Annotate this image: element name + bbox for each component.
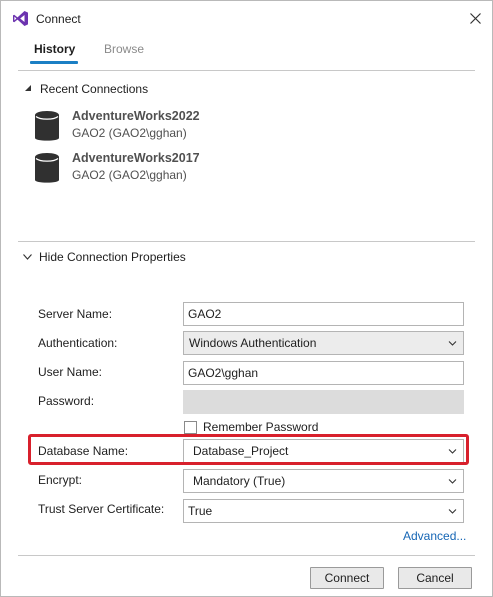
connection-name: AdventureWorks2017 (72, 151, 200, 165)
tab-history[interactable]: History (34, 42, 75, 56)
active-tab-indicator (30, 61, 78, 64)
server-name-input[interactable] (183, 302, 464, 326)
connection-name: AdventureWorks2022 (72, 109, 200, 123)
close-icon (469, 12, 481, 24)
recent-connection-item[interactable]: AdventureWorks2017 GAO2 (GAO2\gghan) (34, 150, 464, 188)
tab-divider (18, 70, 475, 71)
visual-studio-icon (12, 10, 29, 27)
encrypt-label: Encrypt: (38, 473, 83, 487)
hide-connection-properties-header[interactable]: Hide Connection Properties (23, 250, 186, 264)
recent-connections-label: Recent Connections (40, 82, 149, 96)
connection-server: GAO2 (GAO2\gghan) (72, 126, 187, 140)
server-name-label: Server Name: (38, 307, 113, 321)
recent-connection-item[interactable]: AdventureWorks2022 GAO2 (GAO2\gghan) (34, 108, 464, 146)
chevron-down-icon (23, 252, 35, 262)
tab-browse[interactable]: Browse (104, 42, 144, 56)
trust-server-certificate-label: Trust Server Certificate: (38, 502, 165, 516)
tab-bar: History Browse (1, 35, 492, 65)
authentication-value: Windows Authentication (189, 336, 317, 350)
recent-connections-header[interactable]: Recent Connections (24, 82, 148, 96)
close-button[interactable] (461, 5, 489, 31)
footer-divider (18, 555, 475, 556)
user-name-label: User Name: (38, 365, 103, 379)
database-icon (34, 110, 60, 144)
chevron-down-icon (448, 475, 457, 487)
title-bar: Connect (1, 1, 492, 35)
section-divider (18, 241, 475, 242)
remember-password-label: Remember Password (203, 420, 319, 434)
collapse-triangle-icon (24, 84, 36, 94)
chevron-down-icon (448, 445, 457, 457)
checkbox-box[interactable] (184, 420, 197, 434)
trust-server-certificate-dropdown[interactable]: True (183, 499, 464, 523)
encrypt-dropdown[interactable]: Mandatory (True) (183, 469, 464, 493)
authentication-dropdown[interactable]: Windows Authentication (183, 331, 464, 355)
connection-server: GAO2 (GAO2\gghan) (72, 168, 187, 182)
authentication-label: Authentication: (38, 336, 118, 350)
connect-button[interactable]: Connect (310, 567, 384, 589)
database-icon (34, 152, 60, 186)
remember-password-checkbox[interactable]: Remember Password (184, 420, 318, 434)
encrypt-value: Mandatory (True) (193, 474, 286, 488)
password-label: Password: (38, 394, 95, 408)
cancel-button[interactable]: Cancel (398, 567, 472, 589)
database-name-value: Database_Project (193, 444, 289, 458)
database-name-dropdown[interactable]: Database_Project (183, 439, 464, 463)
chevron-down-icon (448, 505, 457, 517)
advanced-link[interactable]: Advanced... (403, 529, 466, 543)
chevron-down-icon (448, 337, 457, 349)
database-name-label: Database Name: (38, 444, 129, 458)
connect-dialog: Connect History Browse Recent Connection… (0, 0, 493, 597)
trust-server-certificate-value: True (188, 504, 213, 518)
user-name-input[interactable] (183, 361, 464, 385)
password-input[interactable] (183, 390, 464, 414)
hide-connection-properties-label: Hide Connection Properties (39, 250, 186, 264)
window-title: Connect (36, 12, 81, 26)
